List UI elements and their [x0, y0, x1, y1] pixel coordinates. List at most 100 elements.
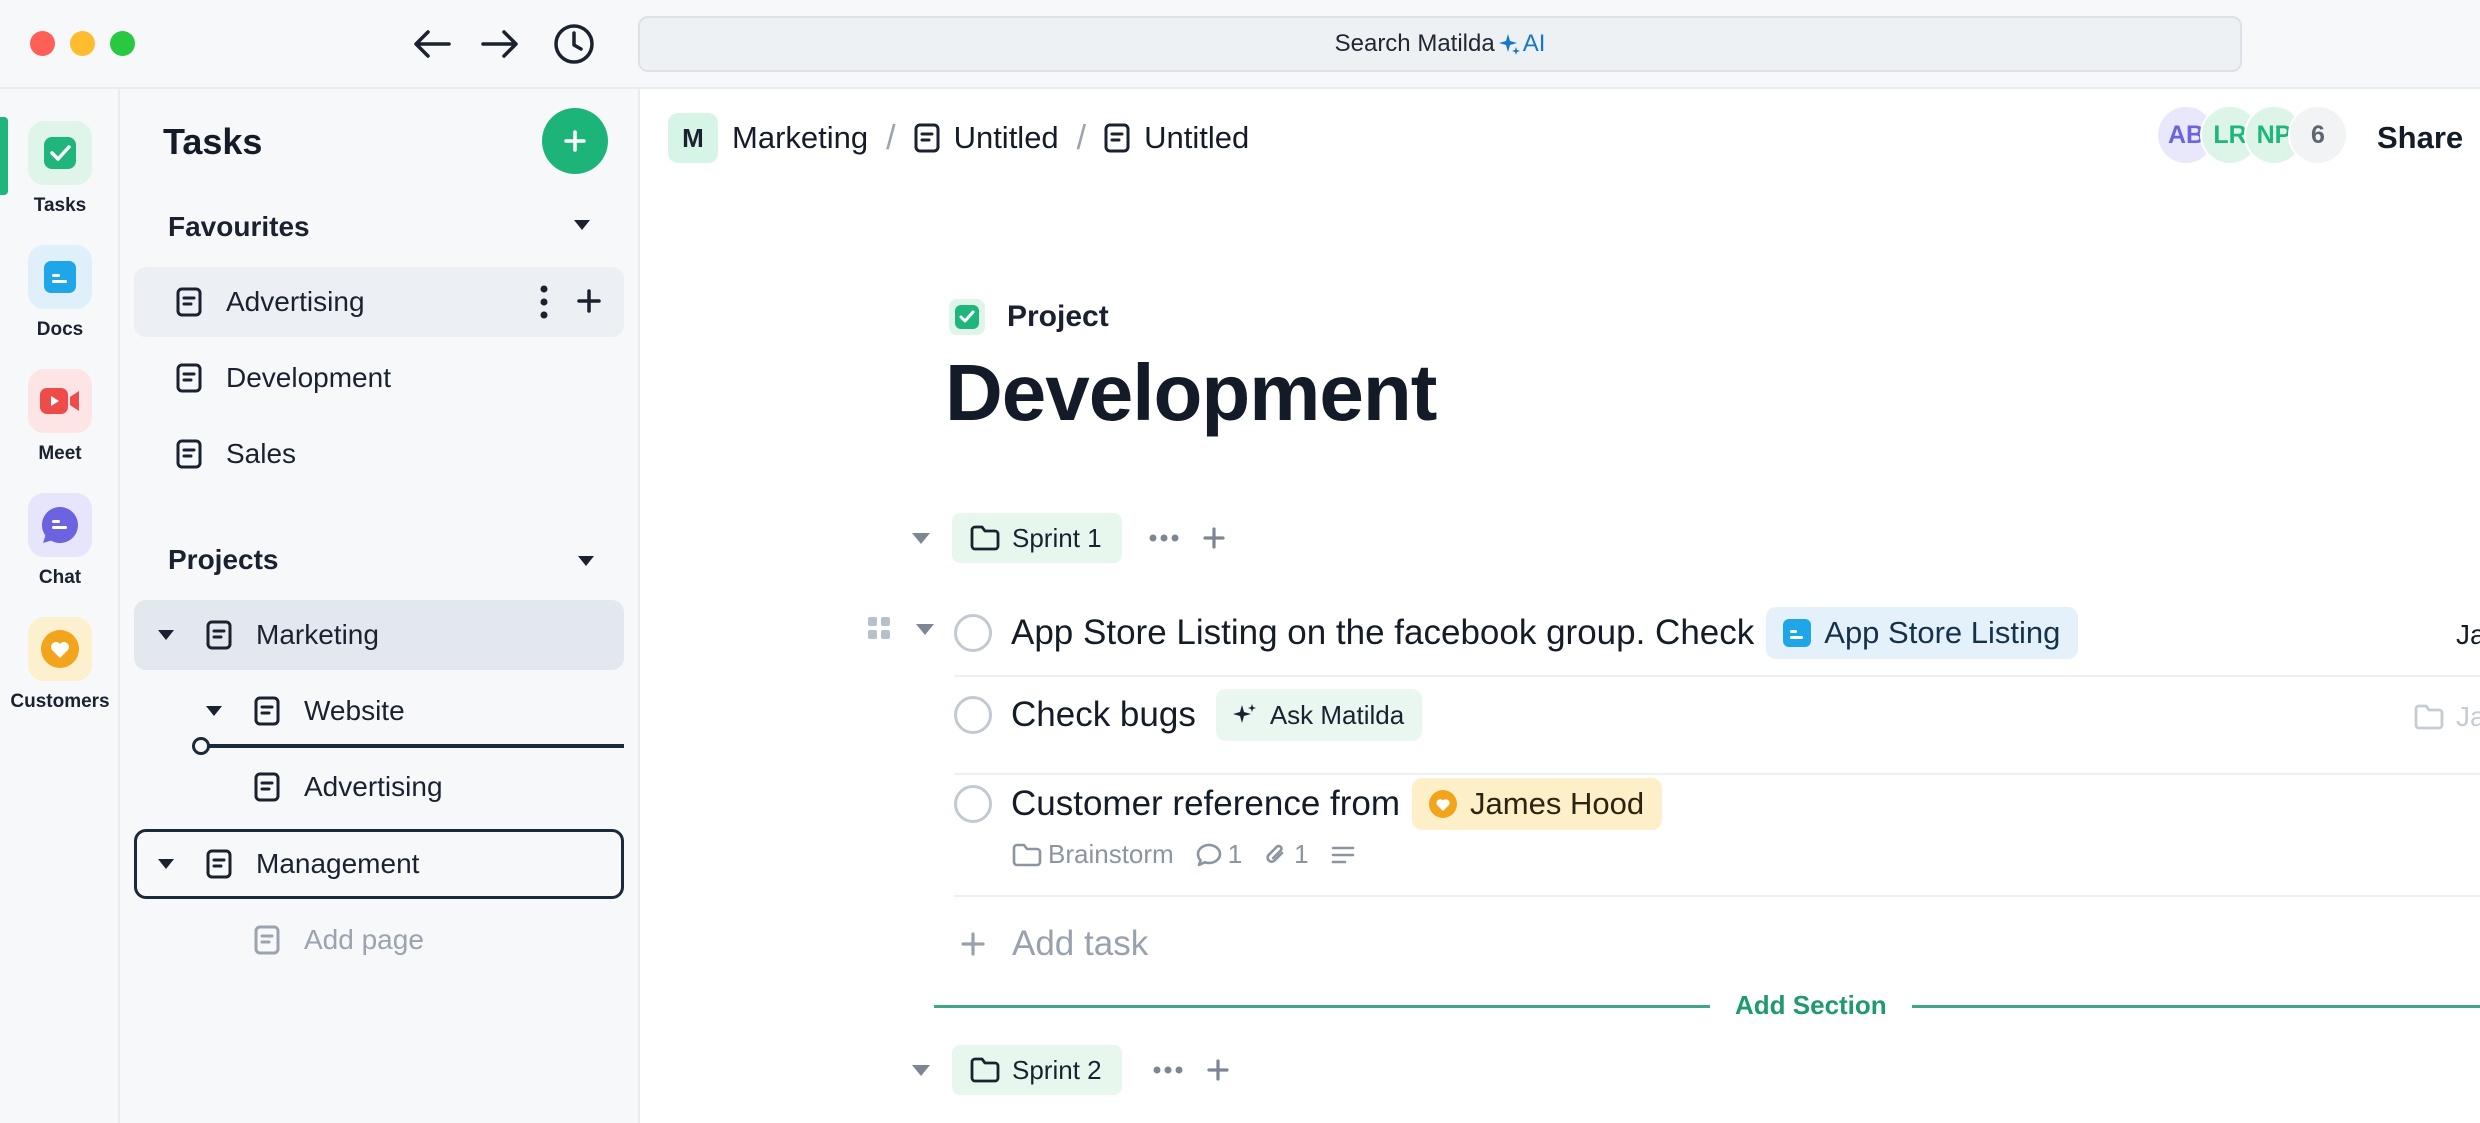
task-row[interactable]: App Store Listing on the facebook group.…	[954, 595, 2480, 675]
task-attachment-count: 1	[1294, 839, 1309, 869]
search-bar[interactable]: Search Matilda AI	[638, 16, 2242, 72]
rail-item-meet[interactable]: Meet	[0, 369, 120, 465]
add-page-label: Add page	[304, 924, 424, 955]
page-title[interactable]: Development	[945, 347, 1437, 439]
expand-caret-icon[interactable]	[206, 706, 222, 716]
sidebar-item-advertising[interactable]: Advertising	[134, 752, 624, 822]
task-row[interactable]: Check bugs Ask Matilda Jan	[954, 677, 2480, 773]
project-check-icon	[949, 299, 985, 335]
task-text: Customer reference from	[1011, 784, 1401, 823]
ask-matilda-chip[interactable]: Ask Matilda	[1215, 689, 1423, 741]
forward-button[interactable]	[476, 20, 524, 68]
projects-heading: Projects	[168, 544, 279, 575]
folder-icon	[1012, 843, 1042, 866]
folder-icon	[970, 1057, 1000, 1083]
workspace-badge[interactable]: M	[668, 113, 718, 163]
document-icon	[914, 123, 940, 153]
app-rail: Tasks Docs Meet Chat Customers	[0, 89, 120, 1123]
doc-link-chip[interactable]: App Store Listing	[1766, 607, 2079, 659]
sidebar: Tasks Favourites Advertising Development…	[120, 89, 640, 1123]
video-icon	[28, 369, 92, 433]
sparkle-icon	[1498, 34, 1520, 55]
minimize-window-button[interactable]	[70, 31, 95, 56]
favourites-collapse-icon[interactable]	[574, 220, 590, 230]
more-horizontal-icon[interactable]	[1148, 533, 1180, 543]
back-button[interactable]	[408, 20, 456, 68]
sidebar-item-sales[interactable]: Sales	[134, 419, 624, 489]
breadcrumb-separator: /	[1076, 118, 1087, 157]
task-complete-checkbox[interactable]	[954, 785, 992, 823]
rail-label-docs: Docs	[36, 319, 84, 340]
expand-caret-icon[interactable]	[158, 630, 174, 640]
task-description-indicator[interactable]	[1331, 845, 1363, 865]
page-type-text: Project	[1007, 300, 1109, 333]
share-button[interactable]: Share	[2377, 120, 2463, 156]
add-task-button[interactable]: Add task	[960, 924, 1148, 964]
section-chip[interactable]: Sprint 1	[952, 513, 1122, 563]
plus-icon[interactable]	[1206, 1058, 1230, 1082]
arrow-left-icon	[414, 30, 451, 58]
history-button[interactable]	[550, 20, 598, 68]
plus-icon[interactable]	[1202, 526, 1226, 550]
task-title[interactable]: Customer reference from James Hood	[1011, 778, 1663, 830]
rail-item-tasks[interactable]: Tasks	[0, 121, 120, 217]
task-title[interactable]: Check bugs Ask Matilda	[1011, 689, 1423, 741]
section-collapse-icon[interactable]	[912, 532, 930, 544]
task-complete-checkbox[interactable]	[954, 614, 992, 652]
close-window-button[interactable]	[30, 31, 55, 56]
task-row[interactable]: Customer reference from James Hood Brain…	[954, 775, 2480, 895]
due-date[interactable]: Jan	[2414, 701, 2480, 733]
contact-chip[interactable]: James Hood	[1412, 778, 1663, 830]
sidebar-item-marketing[interactable]: Marketing	[134, 600, 624, 670]
task-title[interactable]: App Store Listing on the facebook group.…	[1011, 607, 2079, 659]
tasks-icon	[28, 121, 92, 185]
sidebar-item-advertising-fav[interactable]: Advertising	[134, 267, 624, 337]
task-expand-icon[interactable]	[916, 624, 934, 635]
maximize-window-button[interactable]	[110, 31, 135, 56]
clock-icon	[554, 24, 594, 64]
task-comments[interactable]: 1	[1196, 839, 1242, 870]
add-section-button[interactable]: Add Section	[1735, 990, 1887, 1021]
breadcrumb-item[interactable]: Untitled	[1144, 120, 1249, 156]
sidebar-item-website[interactable]: Website	[134, 676, 624, 746]
section-label: Sprint 2	[1012, 1054, 1102, 1085]
chat-icon	[28, 493, 92, 557]
breadcrumb-item[interactable]: Marketing	[732, 120, 868, 156]
collaborator-avatars[interactable]: AB LR NP 6	[2156, 105, 2348, 167]
rail-label-meet: Meet	[38, 443, 82, 464]
more-horizontal-icon[interactable]	[1152, 1065, 1184, 1075]
rail-item-docs[interactable]: Docs	[0, 245, 120, 341]
section-label: Sprint 1	[1012, 522, 1102, 553]
section-chip[interactable]: Sprint 2	[952, 1045, 1122, 1095]
section-collapse-icon[interactable]	[912, 1064, 930, 1076]
task-attachments[interactable]: 1	[1264, 839, 1309, 870]
projects-collapse-icon[interactable]	[578, 556, 594, 566]
new-task-button[interactable]	[542, 108, 608, 174]
favourites-heading: Favourites	[168, 211, 310, 242]
document-icon	[254, 925, 280, 955]
breadcrumb-separator: /	[886, 118, 896, 157]
drag-handle-icon[interactable]	[868, 617, 890, 639]
chip-label: App Store Listing	[1824, 615, 2061, 650]
plus-icon[interactable]	[576, 288, 602, 314]
due-date[interactable]: Jan	[2456, 619, 2480, 651]
section-header-sprint-2: Sprint 2	[912, 1044, 1230, 1096]
expand-caret-icon[interactable]	[158, 859, 174, 869]
rail-item-customers[interactable]: Customers	[0, 617, 120, 713]
document-icon	[1104, 123, 1130, 153]
sidebar-item-label: Marketing	[256, 619, 379, 650]
more-vertical-icon[interactable]	[539, 284, 549, 320]
breadcrumb-item[interactable]: Untitled	[954, 120, 1059, 156]
add-page-button[interactable]: Add page	[134, 905, 624, 975]
task-folder[interactable]: Brainstorm	[1012, 839, 1174, 870]
ai-badge[interactable]: AI	[1498, 30, 1545, 58]
add-task-label: Add task	[1012, 924, 1149, 963]
task-complete-checkbox[interactable]	[954, 696, 992, 734]
sidebar-item-management[interactable]: Management	[134, 829, 624, 899]
sidebar-item-development[interactable]: Development	[134, 343, 624, 413]
drop-indicator-line	[200, 744, 624, 748]
main-content: M Marketing / Untitled / Untitled AB LR …	[642, 89, 2480, 1123]
rail-item-chat[interactable]: Chat	[0, 493, 120, 589]
avatar-overflow-count[interactable]: 6	[2288, 105, 2348, 165]
task-folder-label: Brainstorm	[1048, 839, 1174, 869]
